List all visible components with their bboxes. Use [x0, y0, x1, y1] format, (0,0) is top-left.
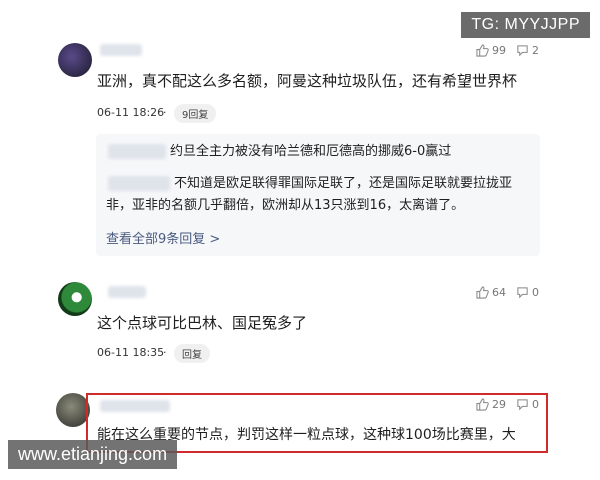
- like-count: 99: [492, 44, 506, 57]
- comment-text: 这个点球可比巴林、国足冤多了: [97, 314, 308, 332]
- reply-username-blurred[interactable]: [108, 144, 166, 159]
- comment-time: 06-11 18:26: [97, 106, 165, 119]
- like-stat[interactable]: 29: [476, 398, 506, 411]
- comment-count: 0: [532, 398, 539, 411]
- comment-count: 0: [532, 286, 539, 299]
- avatar[interactable]: [58, 282, 92, 316]
- thumbs-up-icon: [476, 398, 489, 411]
- avatar[interactable]: [58, 43, 92, 77]
- reply-button[interactable]: 回复: [174, 344, 210, 363]
- comment-icon: [517, 399, 528, 411]
- comment-icon: [517, 45, 528, 57]
- thumbs-up-icon: [476, 286, 489, 299]
- reply-text: 约旦全主力被没有哈兰德和厄德高的挪威6-0赢过: [170, 144, 452, 159]
- comment-text: 亚洲，真不配这么多名额，阿曼这种垃圾队伍，还有希望世界杯: [97, 72, 518, 90]
- comment-stat[interactable]: 2: [516, 44, 539, 57]
- comment-stat[interactable]: 0: [516, 286, 539, 299]
- comment-stat[interactable]: 0: [516, 398, 539, 411]
- separator: ·: [163, 106, 167, 119]
- comment-icon: [517, 287, 528, 299]
- username-blurred[interactable]: [100, 400, 170, 412]
- watermark-bottom: www.etianjing.com: [8, 440, 178, 469]
- like-count: 29: [492, 398, 506, 411]
- comment-time: 06-11 18:35: [97, 346, 165, 359]
- comment-count: 2: [532, 44, 539, 57]
- separator: ·: [163, 346, 167, 359]
- like-count: 64: [492, 286, 506, 299]
- username-blurred[interactable]: [108, 286, 146, 298]
- reply-text-line2: 非，亚非的名额几乎翻倍，欧洲却从13只涨到16，太离谱了。: [106, 198, 465, 213]
- like-stat[interactable]: 64: [476, 286, 506, 299]
- reply-text-line1: 不知道是欧足联得罪国际足联了，还是国际足联就要拉拢亚: [174, 176, 513, 191]
- like-stat[interactable]: 99: [476, 44, 506, 57]
- watermark-top: TG: MYYJJPP: [461, 12, 590, 38]
- avatar[interactable]: [56, 393, 90, 427]
- thumbs-up-icon: [476, 44, 489, 57]
- view-all-replies-link[interactable]: 查看全部9条回复 >: [106, 228, 220, 247]
- reply-button[interactable]: 9回复: [174, 104, 217, 123]
- reply-username-blurred[interactable]: [108, 176, 170, 191]
- username-blurred[interactable]: [100, 44, 142, 56]
